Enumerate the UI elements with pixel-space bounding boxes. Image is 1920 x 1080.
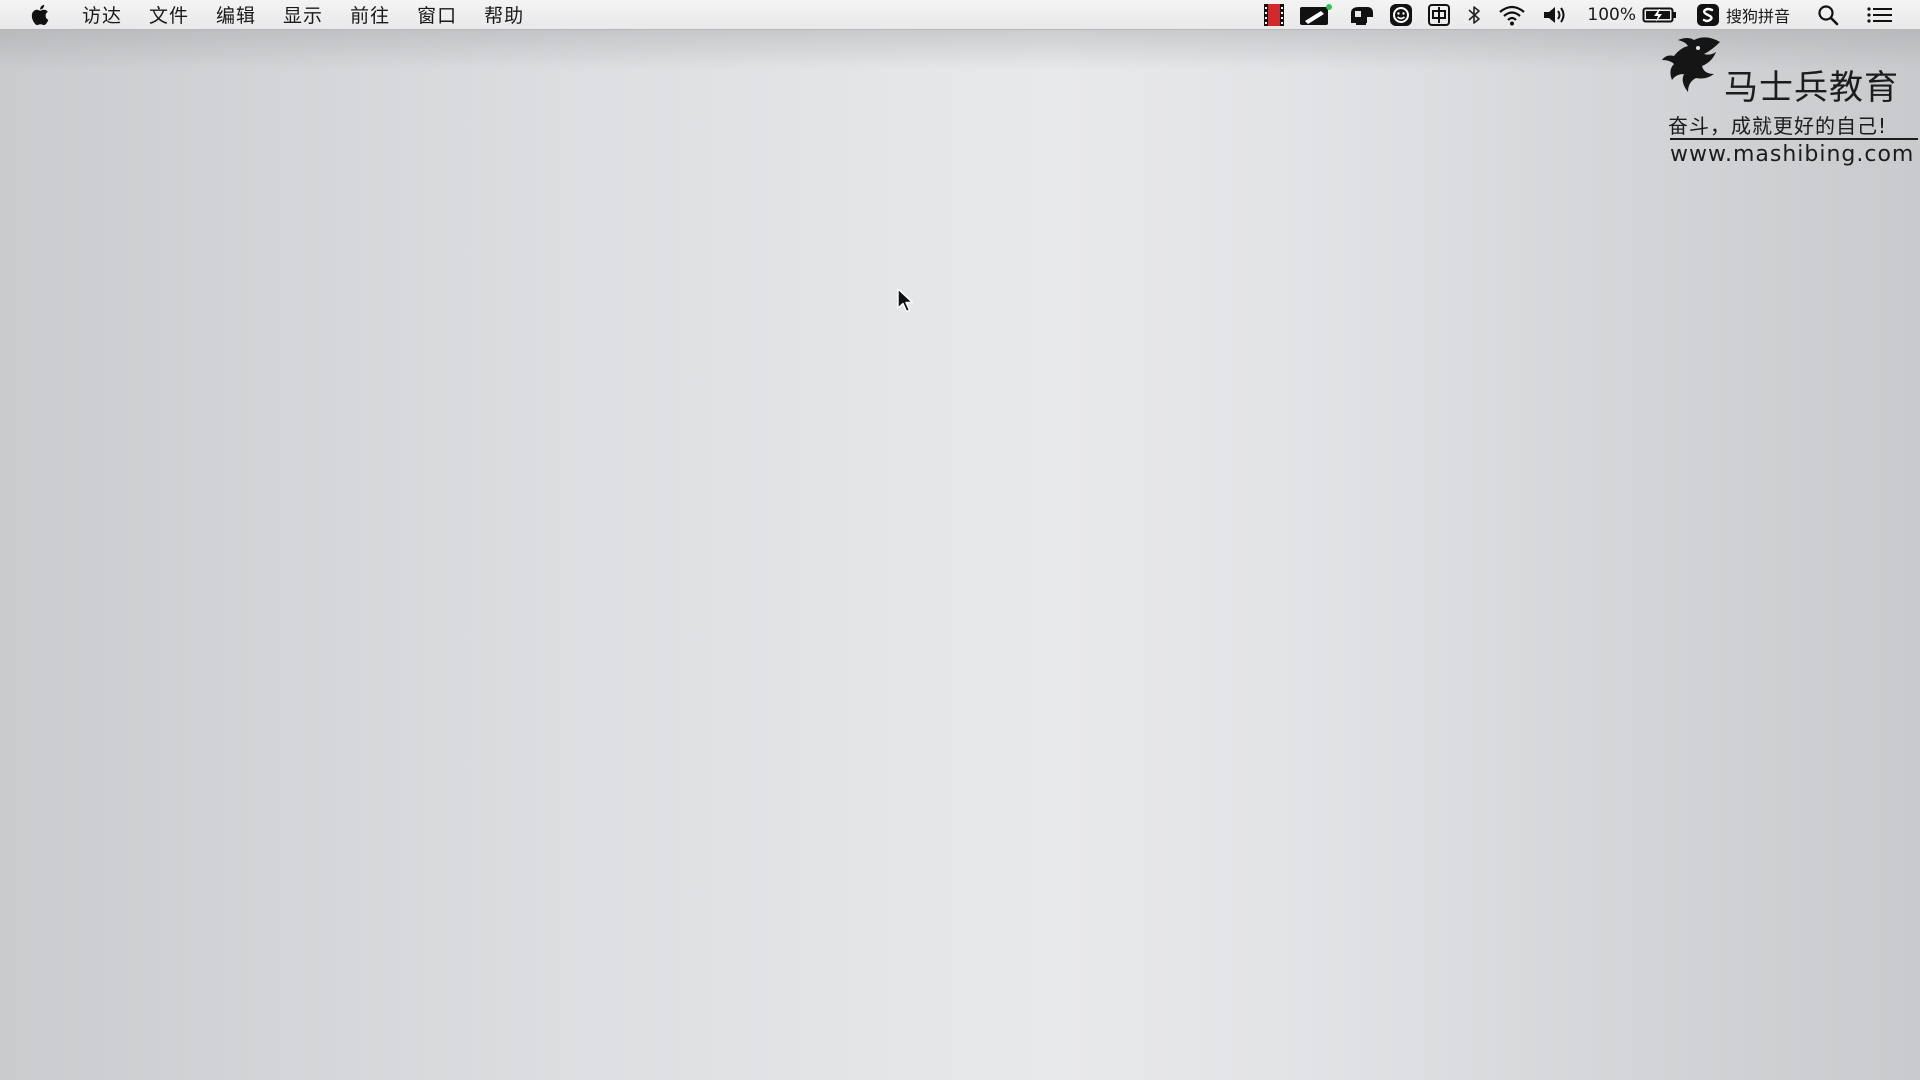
desktop-shade [0, 30, 1920, 70]
menu-bar-left: 访达 文件 编辑 显示 前往 窗口 帮助 [0, 0, 551, 29]
input-method-label[interactable]: 搜狗拼音 [1726, 3, 1790, 27]
wifi-icon[interactable] [1497, 2, 1527, 28]
menu-bar: 访达 文件 编辑 显示 前往 窗口 帮助 100% 搜狗拼音 [0, 0, 1920, 30]
menu-help[interactable]: 帮助 [484, 1, 524, 28]
menu-window[interactable]: 窗口 [417, 1, 457, 28]
apple-icon[interactable] [28, 2, 54, 28]
mouse-cursor-icon [897, 288, 914, 313]
menu-view[interactable]: 显示 [283, 1, 323, 28]
screen-recorder-icon[interactable] [1263, 2, 1285, 28]
pencil-note-icon[interactable] [1299, 2, 1333, 28]
menu-bar-right: 100% 搜狗拼音 [1249, 0, 1920, 29]
menu-edit[interactable]: 编辑 [216, 1, 256, 28]
menu-finder[interactable]: 访达 [82, 1, 122, 28]
watermark-brand: 马士兵教育 [1724, 68, 1899, 108]
chinese-input-icon[interactable] [1427, 2, 1451, 28]
list-icon[interactable] [1866, 2, 1894, 28]
volume-icon[interactable] [1541, 2, 1569, 28]
search-icon[interactable] [1816, 2, 1840, 28]
brand-watermark: 马士兵教育 奋斗，成就更好的自己! www.mashibing.com [1658, 34, 1920, 174]
menu-file[interactable]: 文件 [149, 1, 189, 28]
horse-logo-icon [1662, 37, 1720, 92]
battery-charging-icon[interactable] [1642, 2, 1678, 28]
watermark-divider [1670, 138, 1918, 140]
bluetooth-icon[interactable] [1465, 2, 1483, 28]
battery-percent: 100% [1587, 4, 1636, 25]
watermark-url: www.mashibing.com [1670, 142, 1915, 167]
menu-go[interactable]: 前往 [350, 1, 390, 28]
watermark-slogan: 奋斗，成就更好的自己! [1668, 114, 1888, 138]
face-app-icon[interactable] [1389, 2, 1413, 28]
sogou-input-icon[interactable] [1696, 2, 1720, 28]
cloud-sync-icon[interactable] [1347, 2, 1375, 28]
